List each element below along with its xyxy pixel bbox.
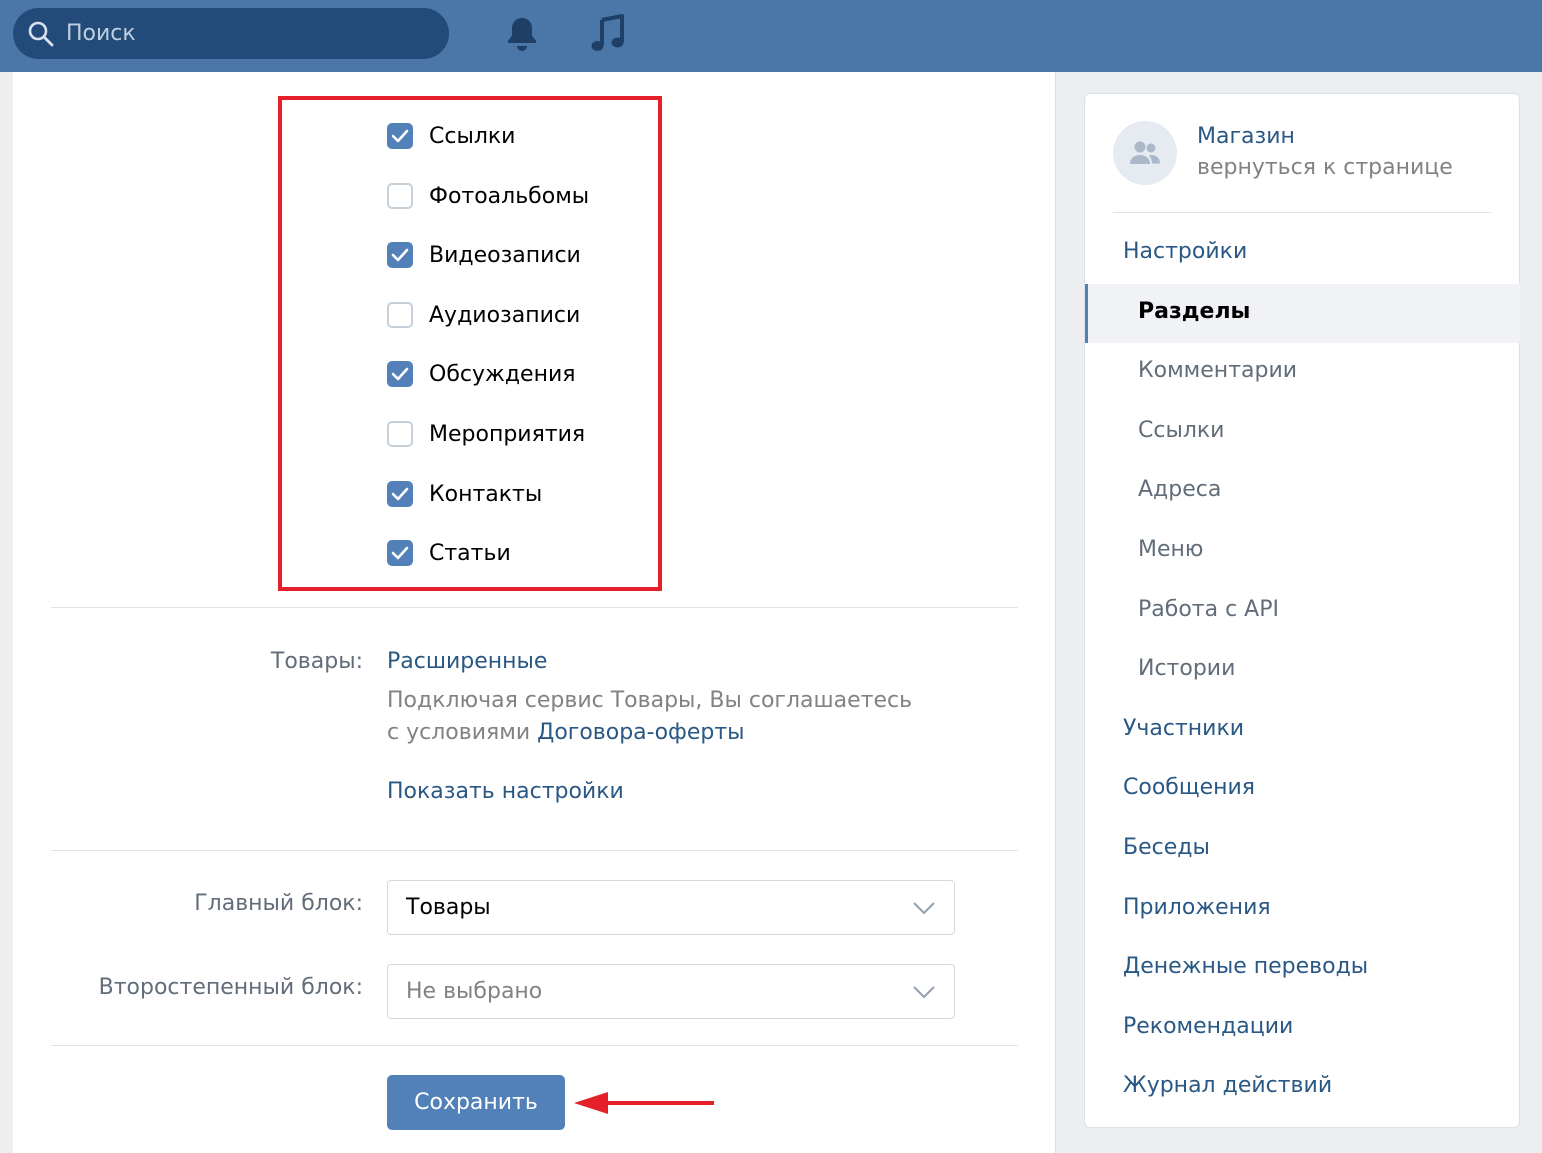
- main-block-value: Товары: [406, 895, 491, 920]
- show-settings-link[interactable]: Показать настройки: [387, 779, 624, 804]
- back-to-page-link[interactable]: вернуться к странице: [1197, 155, 1453, 180]
- users-icon: [1130, 141, 1160, 164]
- search-input[interactable]: Поиск: [13, 8, 449, 59]
- sidebar-item[interactable]: Комментарии: [1138, 358, 1297, 383]
- top-bar: Поиск: [0, 0, 1542, 72]
- bell-icon[interactable]: [503, 14, 541, 54]
- sidebar-item[interactable]: Настройки: [1123, 239, 1247, 264]
- goods-note-prefix: с условиями: [387, 720, 531, 745]
- sidebar-item[interactable]: Рекомендации: [1123, 1014, 1293, 1039]
- goods-label: Товары:: [270, 649, 363, 674]
- search-placeholder: Поиск: [66, 21, 136, 46]
- main-block-label: Главный блок:: [194, 891, 363, 916]
- sidebar-item[interactable]: Адреса: [1138, 477, 1221, 502]
- group-avatar[interactable]: [1113, 121, 1177, 185]
- arrow-left-icon: [574, 1092, 714, 1114]
- sidebar-item[interactable]: Сообщения: [1123, 775, 1255, 800]
- divider: [1113, 212, 1492, 213]
- sidebar-item[interactable]: Денежные переводы: [1123, 954, 1368, 979]
- divider: [51, 1045, 1018, 1046]
- group-name-link[interactable]: Магазин: [1197, 124, 1295, 149]
- chevron-down-icon: [913, 986, 935, 999]
- sidebar-item[interactable]: Разделы: [1138, 299, 1250, 324]
- goods-note: Подключая сервис Товары, Вы соглашаетесь: [387, 688, 913, 713]
- offer-contract-link[interactable]: Договора-оферты: [537, 720, 744, 745]
- sidebar-item[interactable]: Истории: [1138, 656, 1235, 681]
- sidebar-item[interactable]: Ссылки: [1138, 418, 1224, 443]
- save-button[interactable]: Сохранить: [387, 1075, 565, 1130]
- divider: [51, 850, 1018, 851]
- sidebar-item[interactable]: Беседы: [1123, 835, 1210, 860]
- sidebar-item[interactable]: Меню: [1138, 537, 1203, 562]
- main-block-select[interactable]: Товары: [387, 880, 955, 935]
- goods-note-line2: с условиями Договора-оферты: [387, 720, 745, 745]
- search-icon: [28, 21, 54, 47]
- secondary-block-label: Второстепенный блок:: [98, 975, 363, 1000]
- highlight-frame: [278, 96, 662, 591]
- sidebar-item[interactable]: Участники: [1123, 716, 1244, 741]
- goods-mode-link[interactable]: Расширенные: [387, 649, 547, 674]
- chevron-down-icon: [913, 902, 935, 915]
- secondary-block-select[interactable]: Не выбрано: [387, 964, 955, 1019]
- sidebar-item[interactable]: Приложения: [1123, 895, 1271, 920]
- secondary-block-value: Не выбрано: [406, 979, 543, 1004]
- divider: [51, 607, 1018, 608]
- music-icon[interactable]: [590, 14, 626, 54]
- sidebar-item[interactable]: Журнал действий: [1123, 1073, 1332, 1098]
- sidebar-item[interactable]: Работа с API: [1138, 597, 1279, 622]
